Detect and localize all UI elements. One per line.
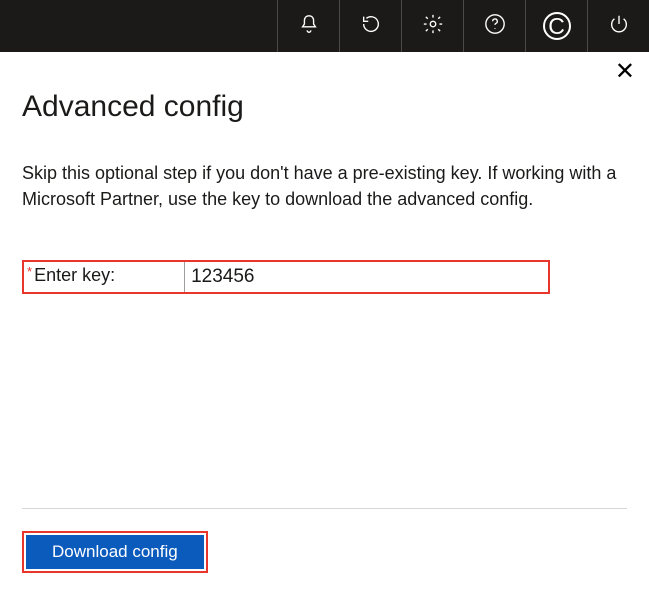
notifications-button[interactable] bbox=[277, 0, 339, 52]
page-title: Advanced config bbox=[22, 90, 627, 124]
bell-icon bbox=[298, 13, 320, 40]
help-icon bbox=[484, 13, 506, 40]
power-button[interactable] bbox=[587, 0, 649, 52]
spacer bbox=[22, 294, 627, 508]
download-highlight: Download config bbox=[22, 531, 208, 573]
panel-footer: Download config bbox=[22, 508, 627, 593]
help-button[interactable] bbox=[463, 0, 525, 52]
download-config-button[interactable]: Download config bbox=[26, 535, 204, 569]
settings-button[interactable] bbox=[401, 0, 463, 52]
required-mark: * bbox=[24, 262, 32, 292]
enter-key-input[interactable] bbox=[184, 262, 548, 292]
enter-key-field: * Enter key: bbox=[22, 260, 550, 294]
page-description: Skip this optional step if you don't hav… bbox=[22, 160, 627, 212]
enter-key-label: Enter key: bbox=[32, 262, 184, 292]
top-toolbar: C bbox=[0, 0, 649, 52]
advanced-config-panel: ✕ Advanced config Skip this optional ste… bbox=[0, 52, 649, 593]
refresh-button[interactable] bbox=[339, 0, 401, 52]
close-button[interactable]: ✕ bbox=[615, 60, 635, 84]
close-icon: ✕ bbox=[615, 58, 635, 85]
copyright-icon: C bbox=[543, 12, 571, 40]
refresh-icon bbox=[360, 13, 382, 40]
gear-icon bbox=[422, 13, 444, 40]
power-icon bbox=[608, 13, 630, 40]
copyright-button[interactable]: C bbox=[525, 0, 587, 52]
